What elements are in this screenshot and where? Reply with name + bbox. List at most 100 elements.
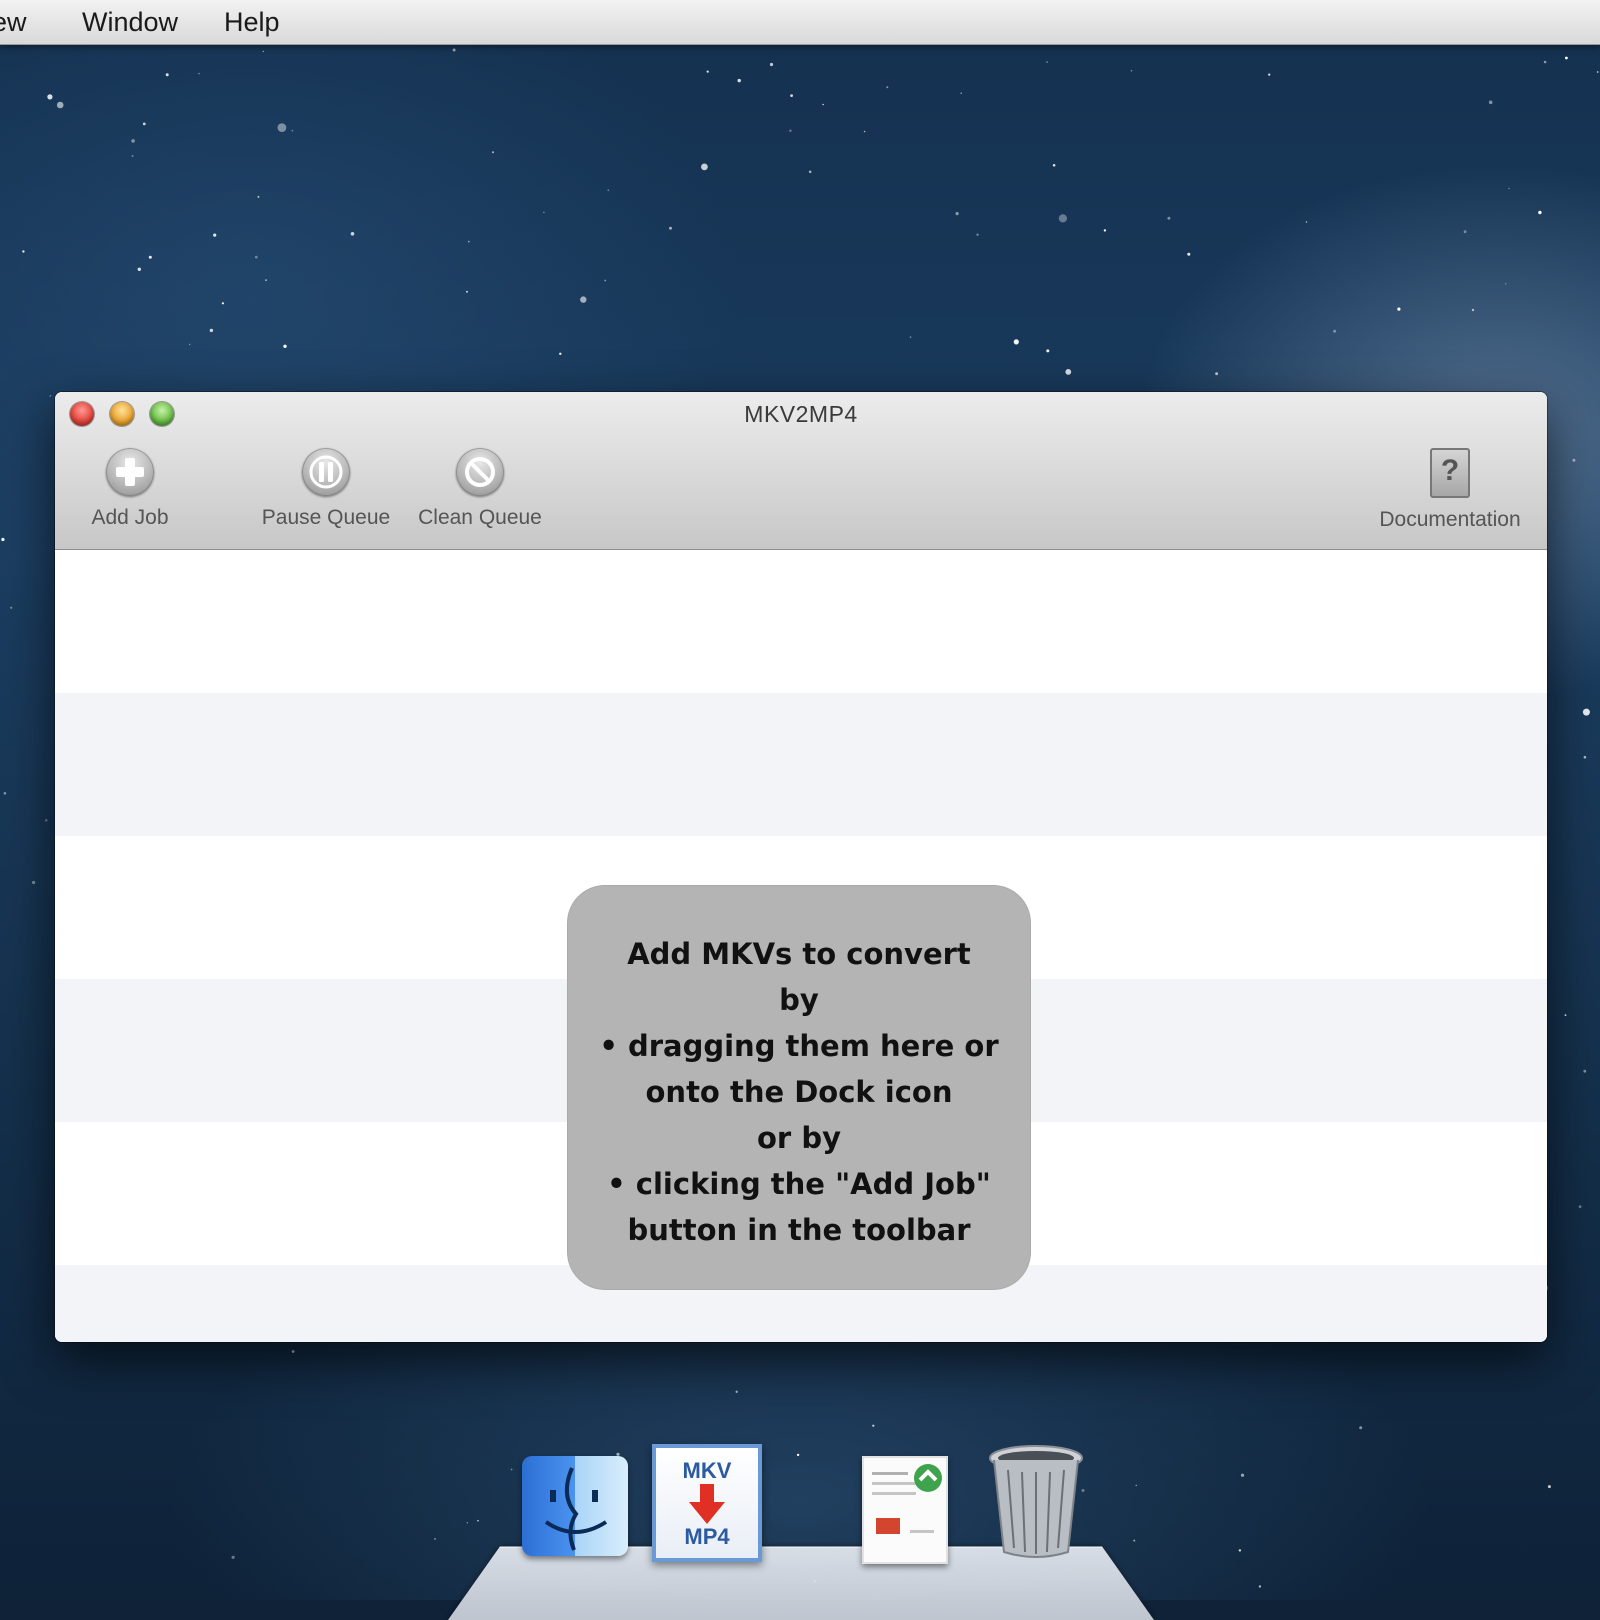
star bbox=[769, 62, 774, 67]
star bbox=[1065, 369, 1072, 375]
preview-document-icon[interactable] bbox=[862, 1456, 948, 1564]
star bbox=[47, 94, 53, 100]
star bbox=[735, 1390, 738, 1394]
star bbox=[31, 880, 36, 885]
clean-queue-label: Clean Queue bbox=[418, 506, 542, 529]
star bbox=[1013, 339, 1019, 345]
star bbox=[1268, 73, 1271, 76]
star bbox=[822, 103, 824, 106]
finder-icon[interactable] bbox=[522, 1456, 628, 1556]
star bbox=[1258, 1585, 1262, 1588]
star bbox=[1103, 229, 1107, 232]
star bbox=[808, 170, 812, 174]
star bbox=[1333, 329, 1337, 333]
star bbox=[1058, 214, 1067, 223]
star bbox=[1543, 60, 1547, 64]
star bbox=[960, 92, 962, 94]
star bbox=[1359, 1426, 1363, 1430]
star bbox=[737, 78, 741, 83]
star bbox=[1583, 1069, 1587, 1073]
drop-hint-panel: Add MKVs to convert by • dragging them h… bbox=[567, 885, 1031, 1290]
star bbox=[466, 290, 468, 293]
prohibited-icon bbox=[456, 448, 504, 496]
help-book-icon: ? bbox=[1430, 448, 1470, 498]
star bbox=[909, 336, 912, 338]
star bbox=[510, 1468, 513, 1471]
star bbox=[49, 395, 51, 397]
star bbox=[45, 819, 48, 822]
pause-queue-label: Pause Queue bbox=[261, 506, 391, 529]
star bbox=[604, 279, 607, 282]
star bbox=[872, 1424, 875, 1427]
trash-icon[interactable] bbox=[988, 1444, 1084, 1562]
mkv2mp4-dock-icon[interactable]: MKV MP4 bbox=[652, 1444, 762, 1562]
star bbox=[1052, 164, 1056, 167]
star bbox=[131, 139, 135, 143]
star bbox=[955, 212, 959, 216]
star bbox=[1596, 71, 1599, 73]
star bbox=[277, 123, 287, 132]
star bbox=[257, 195, 260, 198]
pause-queue-button[interactable]: Pause Queue bbox=[241, 448, 411, 530]
menu-help[interactable]: Help bbox=[224, 7, 280, 38]
star bbox=[189, 343, 191, 346]
job-queue-list[interactable]: Add MKVs to convert by • dragging them h… bbox=[55, 550, 1547, 1342]
star bbox=[492, 151, 494, 154]
add-job-button[interactable]: Add Job bbox=[70, 448, 190, 530]
star bbox=[291, 129, 294, 132]
pause-icon bbox=[302, 448, 350, 496]
star bbox=[976, 233, 979, 236]
star bbox=[1508, 187, 1510, 190]
star bbox=[1046, 61, 1048, 63]
star bbox=[1504, 283, 1507, 285]
star bbox=[137, 267, 141, 271]
star bbox=[1547, 1485, 1551, 1489]
star bbox=[231, 1555, 235, 1559]
star bbox=[1133, 1539, 1136, 1542]
star bbox=[1578, 1205, 1582, 1209]
star bbox=[1397, 307, 1401, 311]
star bbox=[1572, 458, 1576, 462]
star bbox=[580, 296, 587, 303]
star bbox=[1, 537, 5, 542]
star bbox=[209, 328, 214, 333]
window-toolbar: MKV2MP4 Add Job Pause Queue Clean Queue … bbox=[55, 392, 1547, 550]
star bbox=[1463, 230, 1467, 234]
star bbox=[198, 73, 200, 75]
star bbox=[291, 1350, 295, 1353]
star bbox=[131, 155, 134, 157]
menu-window[interactable]: Window bbox=[82, 7, 178, 38]
star bbox=[22, 250, 25, 253]
star bbox=[1582, 708, 1590, 716]
star bbox=[1130, 70, 1133, 72]
star bbox=[466, 1522, 468, 1524]
star bbox=[1471, 308, 1475, 312]
star bbox=[221, 302, 224, 305]
star bbox=[213, 233, 217, 237]
star bbox=[265, 279, 267, 281]
star bbox=[254, 255, 258, 259]
documentation-button[interactable]: ? Documentation bbox=[1360, 448, 1540, 532]
star bbox=[886, 86, 889, 89]
star bbox=[10, 606, 13, 609]
star bbox=[148, 255, 152, 259]
window-title: MKV2MP4 bbox=[744, 401, 858, 427]
mp4-label: MP4 bbox=[684, 1524, 730, 1549]
menu-view[interactable]: iew bbox=[0, 7, 27, 38]
star bbox=[1238, 1549, 1242, 1552]
add-job-label: Add Job bbox=[91, 506, 169, 529]
star bbox=[1167, 216, 1171, 220]
clean-queue-button[interactable]: Clean Queue bbox=[400, 448, 560, 530]
star bbox=[1187, 252, 1191, 256]
star bbox=[350, 232, 355, 236]
star bbox=[477, 1519, 479, 1522]
star bbox=[559, 352, 562, 355]
star bbox=[165, 73, 169, 77]
star bbox=[863, 130, 866, 133]
star bbox=[1046, 349, 1050, 353]
star bbox=[543, 211, 545, 214]
star bbox=[142, 122, 146, 126]
star bbox=[790, 94, 793, 97]
star bbox=[434, 1538, 436, 1540]
star bbox=[1565, 56, 1568, 60]
